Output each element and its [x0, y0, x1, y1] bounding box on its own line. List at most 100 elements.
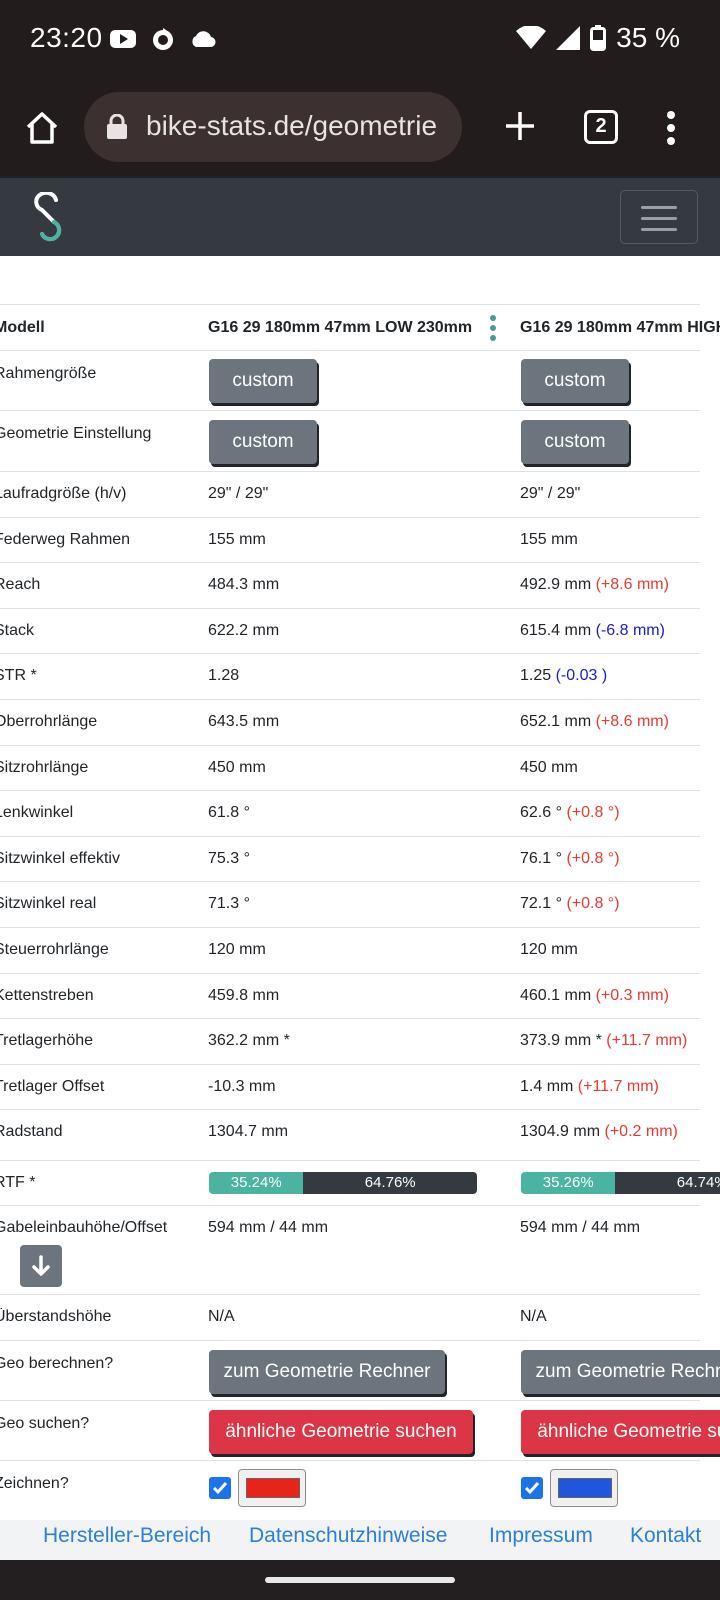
frame-size-select-1[interactable]: custom [209, 359, 317, 403]
bike2-name: G16 29 180mm 47mm HIGH 230mm [520, 319, 720, 336]
footer-links: Hersteller-Bereich Datenschutzhinweise I… [0, 1520, 720, 1560]
row-label: Tretlager Offset [0, 1078, 105, 1095]
row-label: Kettenstreben [0, 987, 94, 1004]
cloud-icon [192, 31, 216, 48]
rtf-row: RTF * 35.24% 64.76% 35.26% 64.74% [0, 1160, 720, 1205]
address-bar[interactable]: bike-stats.de/geometrie [84, 92, 462, 162]
bike1-value: 61.8 ° [208, 804, 250, 821]
bike2-value-text: 120 mm [520, 941, 578, 958]
table-row: Tretlagerhöhe 362.2 mm * 373.9 mm * (+11.7… [0, 1018, 700, 1064]
table-row: Tretlager Offset -10.3 mm 1.4 mm (+11.7 mm… [0, 1064, 700, 1110]
similar-geometry-button-1[interactable]: ähnliche Geometrie suchen [209, 1410, 473, 1454]
row-label: Radstand [0, 1123, 63, 1140]
bike2-value: 120 mm [520, 941, 578, 959]
frame-size-label: Rahmengröße [0, 365, 97, 382]
url-text: bike-stats.de/geometrie [146, 110, 438, 141]
geo-setting-select-1[interactable]: custom [209, 420, 317, 464]
table-row: Federweg Rahmen 155 mm 155 mm [0, 517, 700, 563]
bike1-value: 29" / 29" [208, 485, 269, 502]
footer-link-manufacturer[interactable]: Hersteller-Bereich [43, 1524, 211, 1548]
more-options-icon[interactable] [490, 315, 496, 345]
bike2-value: 1304.9 mm (+0.2 mm) [520, 1123, 678, 1141]
color-picker-2[interactable] [550, 1469, 618, 1507]
row-label: Tretlagerhöhe [0, 1032, 94, 1049]
tab-switcher-button[interactable]: 2 [584, 110, 618, 144]
bike2-value-text: 155 mm [520, 531, 578, 548]
row-label: Steuerrohrlänge [0, 941, 109, 958]
row-label: Laufradgröße (h/v) [0, 485, 127, 502]
footer-link-contact[interactable]: Kontakt [630, 1524, 701, 1548]
draw-checkbox-1[interactable] [209, 1477, 231, 1499]
difference-value: (+0.2 mm) [604, 1123, 678, 1140]
frame-size-row: Rahmengröße custom custom [0, 350, 700, 410]
bike2-value-text: 492.9 mm [520, 576, 592, 593]
standover-label: Überstandshöhe [0, 1308, 112, 1325]
draw-row: Zeichnen? [0, 1460, 700, 1520]
bike1-value: -10.3 mm [208, 1078, 276, 1095]
fork-value-1: 594 mm / 44 mm [208, 1219, 329, 1236]
bike1-value: 1.28 [208, 667, 240, 684]
table-row: Radstand 1304.7 mm 1304.9 mm (+0.2 mm) [0, 1109, 700, 1155]
bike2-value: 450 mm [520, 759, 578, 777]
row-label: Sitzwinkel real [0, 895, 97, 912]
bike2-value: 62.6 ° (+0.8 °) [520, 804, 620, 822]
bike2-value-text: 76.1 ° [520, 850, 562, 867]
bike2-value-text: 460.1 mm [520, 987, 592, 1004]
bike2-value-text: 615.4 mm [520, 622, 592, 639]
row-label: Federweg Rahmen [0, 531, 131, 548]
new-tab-icon[interactable] [500, 106, 540, 146]
search-label: Geo suchen? [0, 1415, 90, 1432]
table-header-row: Modell G16 29 180mm 47mm LOW 230mm G16 2… [0, 304, 720, 350]
search-row: Geo suchen? ähnliche Geometrie suchen äh… [0, 1400, 720, 1460]
header-label: Modell [0, 319, 45, 336]
difference-value: (+0.8 °) [566, 895, 620, 912]
table-row: Sitzrohrlänge 450 mm 450 mm [0, 745, 700, 791]
home-icon[interactable] [22, 108, 62, 148]
bike1-value: 484.3 mm [208, 576, 280, 593]
row-label: Stack [0, 622, 35, 639]
table-row: STR * 1.28 1.25 (-0.03 ) [0, 653, 700, 699]
geo-setting-select-2[interactable]: custom [521, 420, 629, 464]
table-row: Reach 484.3 mm 492.9 mm (+8.6 mm) [0, 562, 700, 608]
standover-row: Überstandshöhe N/A N/A [0, 1294, 700, 1340]
bike1-value: 622.2 mm [208, 622, 280, 639]
similar-geometry-button-2[interactable]: ähnliche Geometrie suchen [521, 1410, 720, 1454]
fork-value-2: 594 mm / 44 mm [520, 1219, 641, 1236]
bike2-value: 373.9 mm * (+11.7 mm) [520, 1032, 687, 1050]
draw-checkbox-2[interactable] [521, 1477, 543, 1499]
site-navbar [0, 176, 720, 256]
expand-button[interactable] [20, 1245, 62, 1287]
site-logo[interactable] [30, 192, 70, 242]
geometry-calculator-button-1[interactable]: zum Geometrie Rechner [209, 1350, 445, 1394]
difference-value: (+8.6 mm) [595, 576, 669, 593]
geometry-calculator-button-2[interactable]: zum Geometrie Rechner [521, 1350, 720, 1394]
overflow-menu-icon[interactable] [664, 108, 678, 148]
row-label: Oberrohrlänge [0, 713, 98, 730]
footer-link-privacy[interactable]: Datenschutzhinweise [249, 1524, 447, 1548]
color-picker-1[interactable] [238, 1469, 306, 1507]
footer-link-imprint[interactable]: Impressum [489, 1524, 593, 1548]
bike2-value: 72.1 ° (+0.8 °) [520, 895, 620, 913]
bike2-value: 1.4 mm (+11.7 mm) [520, 1078, 659, 1096]
sync-icon [153, 28, 173, 50]
fork-label: Gabeleinbauhöhe/Offset [0, 1219, 168, 1236]
row-label: STR * [0, 667, 37, 684]
wifi-icon [516, 26, 547, 49]
table-row: Sitzwinkel real 71.3 ° 72.1 ° (+0.8 °) [0, 881, 700, 927]
difference-value: (+11.7 mm) [606, 1032, 688, 1049]
bike1-value: 1304.7 mm [208, 1123, 289, 1140]
rtf-bar-1: 35.24% 64.76% [209, 1172, 477, 1194]
menu-toggle-button[interactable] [620, 190, 698, 244]
bike2-value: 155 mm [520, 531, 578, 549]
bike1-value: 450 mm [208, 759, 266, 776]
bike2-value-text: 652.1 mm [520, 713, 592, 730]
row-label: Sitzwinkel effektiv [0, 850, 120, 867]
frame-size-select-2[interactable]: custom [521, 359, 629, 403]
row-label: Lenkwinkel [0, 804, 74, 821]
bike2-value: 1.25 (-0.03 ) [520, 667, 607, 685]
difference-value: (-6.8 mm) [595, 622, 665, 639]
bike2-value-text: 1304.9 mm [520, 1123, 601, 1140]
standover-value-2: N/A [520, 1308, 547, 1325]
bike1-value: 643.5 mm [208, 713, 280, 730]
table-row: Sitzwinkel effektiv 75.3 ° 76.1 ° (+0.8 °) [0, 836, 700, 882]
